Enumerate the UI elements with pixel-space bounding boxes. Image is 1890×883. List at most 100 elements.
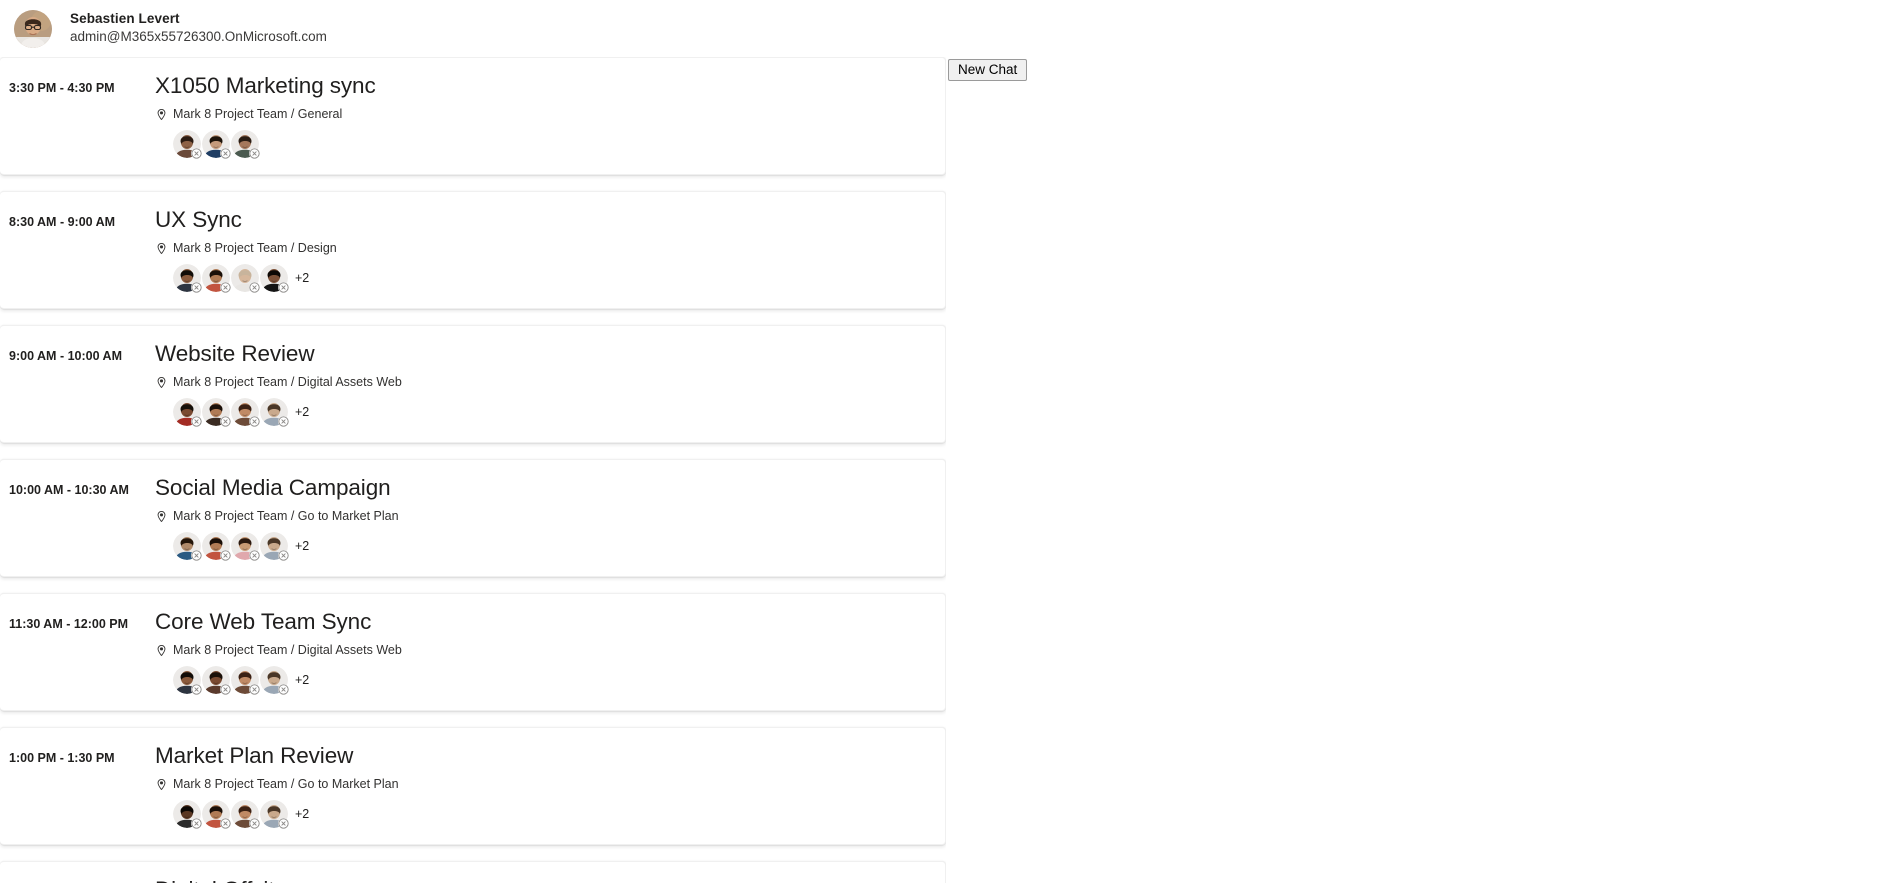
event-title: UX Sync [155, 207, 242, 232]
attendee-avatar[interactable] [173, 800, 202, 829]
attendee-overflow-count: +2 [295, 271, 310, 285]
attendee-avatar[interactable] [260, 666, 289, 695]
event-location: Mark 8 Project Team / Go to Market Plan [155, 509, 929, 523]
presence-unknown-icon [249, 282, 260, 293]
presence-badge [220, 550, 231, 561]
event-time-range: 3:30 PM - 4:30 PM [9, 81, 115, 95]
presence-badge [220, 818, 231, 829]
attendee-avatar[interactable] [231, 398, 260, 427]
presence-unknown-icon [191, 818, 202, 829]
attendee-avatar[interactable] [173, 264, 202, 293]
attendee-avatar[interactable] [173, 398, 202, 427]
presence-unknown-icon [220, 416, 231, 427]
event-details: Social Media Campaign Mark 8 Project Team… [155, 474, 945, 561]
event-location: Mark 8 Project Team / Digital Assets Web [155, 375, 929, 389]
event-location-text: Mark 8 Project Team / General [173, 107, 343, 121]
attendee-list: +2 [155, 532, 929, 561]
agenda-event-card[interactable]: 8:30 AM - 9:00 AM UX Sync Mark 8 Project T… [0, 191, 946, 309]
event-title: Core Web Team Sync [155, 609, 372, 634]
attendee-avatar[interactable] [260, 800, 289, 829]
event-time-range: 2:00 PM - 8:00 PM [0, 876, 155, 883]
presence-badge [191, 282, 202, 293]
presence-badge [249, 684, 260, 695]
event-details: UX Sync Mark 8 Project Team / Design +2 [155, 206, 945, 293]
presence-badge [191, 550, 202, 561]
presence-badge [191, 684, 202, 695]
person-photo-avatar-icon [14, 9, 52, 48]
attendee-avatar[interactable] [202, 130, 231, 159]
attendee-overflow-count: +2 [295, 405, 310, 419]
presence-badge [278, 550, 289, 561]
attendee-overflow-count: +2 [295, 539, 310, 553]
presence-badge [220, 684, 231, 695]
presence-unknown-icon [191, 416, 202, 427]
presence-badge [220, 148, 231, 159]
attendee-avatar[interactable] [173, 666, 202, 695]
presence-badge [191, 148, 202, 159]
presence-unknown-icon [220, 550, 231, 561]
presence-unknown-icon [278, 550, 289, 561]
agenda-event-card[interactable]: 11:30 AM - 12:00 PM Core Web Team Sync Mar… [0, 593, 946, 711]
attendee-avatar[interactable] [202, 800, 231, 829]
attendee-avatar[interactable] [260, 532, 289, 561]
presence-unknown-icon [278, 684, 289, 695]
presence-badge [191, 416, 202, 427]
event-time-range: 8:30 AM - 9:00 AM [9, 215, 116, 229]
presence-unknown-icon [191, 684, 202, 695]
event-location-text: Mark 8 Project Team / Digital Assets Web [173, 643, 402, 657]
event-location-text: Mark 8 Project Team / Go to Market Plan [173, 509, 399, 523]
agenda-event-card[interactable]: 3:30 PM - 4:30 PM X1050 Marketing sync Mar… [0, 57, 946, 175]
presence-unknown-icon [278, 416, 289, 427]
location-pin-icon [157, 778, 166, 790]
presence-badge [278, 282, 289, 293]
presence-unknown-icon [249, 148, 260, 159]
attendee-avatar[interactable] [202, 398, 231, 427]
attendee-avatar[interactable] [173, 532, 202, 561]
presence-unknown-icon [220, 684, 231, 695]
user-email: admin@M365x55726300.OnMicrosoft.com [70, 29, 327, 44]
attendee-avatar[interactable] [202, 532, 231, 561]
signed-in-user-persona: Sebastien Levert admin@M365x55726300.OnM… [0, 0, 946, 57]
attendee-avatar[interactable] [173, 130, 202, 159]
agenda-list[interactable]: 3:30 PM - 4:30 PM X1050 Marketing sync Mar… [0, 57, 946, 883]
attendee-avatar[interactable] [231, 800, 260, 829]
event-title: Digital Offsite [155, 876, 929, 883]
presence-badge [249, 416, 260, 427]
event-details: Digital OffsiteDesign / General [155, 876, 945, 883]
attendee-avatar[interactable] [231, 264, 260, 293]
user-display-name: Sebastien Levert [70, 11, 180, 27]
location-pin-icon [157, 376, 166, 388]
attendee-avatar[interactable] [231, 532, 260, 561]
presence-badge [278, 818, 289, 829]
attendee-avatar[interactable] [260, 264, 289, 293]
attendee-overflow-count: +2 [295, 807, 310, 821]
agenda-event-card[interactable]: 2:00 PM - 8:00 PMDigital OffsiteDesign /… [0, 861, 946, 883]
new-chat-button[interactable]: New Chat [948, 59, 1028, 81]
presence-unknown-icon [249, 550, 260, 561]
attendee-overflow-count: +2 [295, 673, 310, 687]
location-pin-icon [157, 644, 166, 656]
event-details: Website Review Mark 8 Project Team / Digi… [155, 340, 945, 427]
presence-unknown-icon [191, 148, 202, 159]
presence-unknown-icon [249, 818, 260, 829]
attendee-avatar[interactable] [202, 666, 231, 695]
agenda-event-card[interactable]: 10:00 AM - 10:30 AM Social Media Campaign… [0, 459, 946, 577]
event-location-text: Mark 8 Project Team / Go to Market Plan [173, 777, 399, 791]
presence-badge [278, 416, 289, 427]
attendee-avatar[interactable] [231, 130, 260, 159]
agenda-event-card[interactable]: 1:00 PM - 1:30 PM Market Plan Review Mark … [0, 727, 946, 845]
event-title: X1050 Marketing sync [155, 73, 376, 98]
presence-unknown-icon [220, 148, 231, 159]
attendee-avatar[interactable] [260, 398, 289, 427]
attendee-avatar[interactable] [231, 666, 260, 695]
attendee-avatar[interactable] [202, 264, 231, 293]
event-location: Mark 8 Project Team / Design [155, 241, 929, 255]
agenda-event-card[interactable]: 9:00 AM - 10:00 AM Website Review Mark 8 P… [0, 325, 946, 443]
event-details: Core Web Team Sync Mark 8 Project Team / … [155, 608, 945, 695]
event-location: Mark 8 Project Team / Go to Market Plan [155, 777, 929, 791]
presence-badge [249, 282, 260, 293]
event-location: Mark 8 Project Team / Digital Assets Web [155, 643, 929, 657]
presence-unknown-icon [220, 282, 231, 293]
presence-badge [220, 282, 231, 293]
event-title: Website Review [155, 341, 315, 366]
